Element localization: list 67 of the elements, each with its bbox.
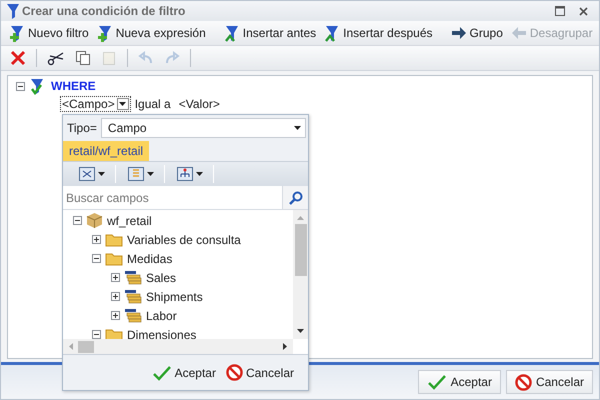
collapse-icon[interactable] xyxy=(16,82,25,90)
cube-icon xyxy=(86,212,103,229)
tree-item[interactable]: Sales xyxy=(146,268,176,286)
hierarchy-icon[interactable] xyxy=(177,167,193,181)
folder-icon xyxy=(105,251,123,266)
maximize-icon[interactable] xyxy=(555,6,565,16)
source-tab[interactable]: retail/wf_retail xyxy=(63,141,150,161)
arrow-left-icon xyxy=(510,26,527,40)
stacked-bars-icon xyxy=(124,270,142,285)
no-entry-icon xyxy=(226,364,243,381)
checkmark-icon xyxy=(152,364,172,380)
collapse-icon[interactable] xyxy=(92,254,101,263)
scrollbar-thumb[interactable] xyxy=(78,340,94,352)
tree-item[interactable]: Dimensiones xyxy=(127,326,196,339)
type-dropdown[interactable]: Campo xyxy=(100,118,306,138)
ok-button[interactable]: Aceptar xyxy=(152,364,216,382)
collapse-icon[interactable] xyxy=(92,330,101,339)
scrollbar-thumb[interactable] xyxy=(294,224,306,276)
cancel-button[interactable]: Cancelar xyxy=(506,370,593,394)
scroll-down-icon[interactable] xyxy=(297,329,304,333)
expand-icon[interactable] xyxy=(111,311,120,320)
stacked-bars-icon xyxy=(124,289,142,304)
checkmark-icon xyxy=(426,374,447,390)
operator-label[interactable]: Igual a xyxy=(134,97,171,111)
field-selector[interactable]: <Campo> xyxy=(60,96,131,112)
toolbar-button[interactable]: Insertar después xyxy=(320,23,437,43)
type-label: Tipo= xyxy=(67,120,97,137)
tree-item[interactable]: Labor xyxy=(146,306,177,324)
toolbar-button[interactable]: Insertar antes xyxy=(220,23,320,43)
expand-icon[interactable] xyxy=(111,292,120,301)
ok-button[interactable]: Aceptar xyxy=(418,370,501,394)
copy-icon[interactable] xyxy=(75,50,91,66)
caret-down-icon xyxy=(98,172,105,176)
scroll-right-icon[interactable] xyxy=(283,343,287,350)
caret-down-icon xyxy=(119,102,126,106)
cancel-button[interactable]: Cancelar xyxy=(226,364,294,382)
list-icon[interactable] xyxy=(128,167,144,181)
close-icon[interactable] xyxy=(579,6,588,16)
folder-icon xyxy=(105,232,123,247)
scissors-icon[interactable] xyxy=(47,50,65,66)
stacked-bars-icon xyxy=(124,308,142,323)
no-entry-icon xyxy=(514,374,532,390)
search-icon[interactable] xyxy=(288,190,302,204)
caret-down-icon xyxy=(294,126,300,130)
tree-item[interactable]: Shipments xyxy=(146,288,203,306)
toolbar-button[interactable]: Grupo xyxy=(446,23,507,43)
tree-item[interactable]: wf_retail xyxy=(107,212,152,230)
toolbar-button[interactable]: Nuevo filtro xyxy=(5,23,93,43)
funnel-plus-icon xyxy=(9,24,25,42)
funnel-caret-icon xyxy=(224,24,240,42)
window-title: Crear una condición de filtro xyxy=(22,3,186,20)
collapse-icon[interactable] xyxy=(73,216,82,225)
funnel-plus-icon xyxy=(96,24,113,42)
where-keyword: WHERE xyxy=(51,78,96,95)
toolbar-button[interactable]: Nueva expresión xyxy=(92,23,210,43)
funnel-caret-icon xyxy=(324,24,340,42)
delete-x-icon[interactable] xyxy=(10,50,26,66)
value-placeholder[interactable]: <Valor> xyxy=(178,97,220,111)
diagram-icon[interactable] xyxy=(79,167,95,181)
caret-down-icon xyxy=(196,172,203,176)
tree-item[interactable]: Variables de consulta xyxy=(127,230,241,248)
caret-down-icon xyxy=(147,172,154,176)
expand-icon[interactable] xyxy=(111,273,120,282)
tree-item[interactable]: Medidas xyxy=(127,250,172,268)
expand-icon[interactable] xyxy=(92,235,101,244)
search-field[interactable]: Buscar campos xyxy=(63,186,282,210)
arrow-right-icon xyxy=(450,26,467,40)
